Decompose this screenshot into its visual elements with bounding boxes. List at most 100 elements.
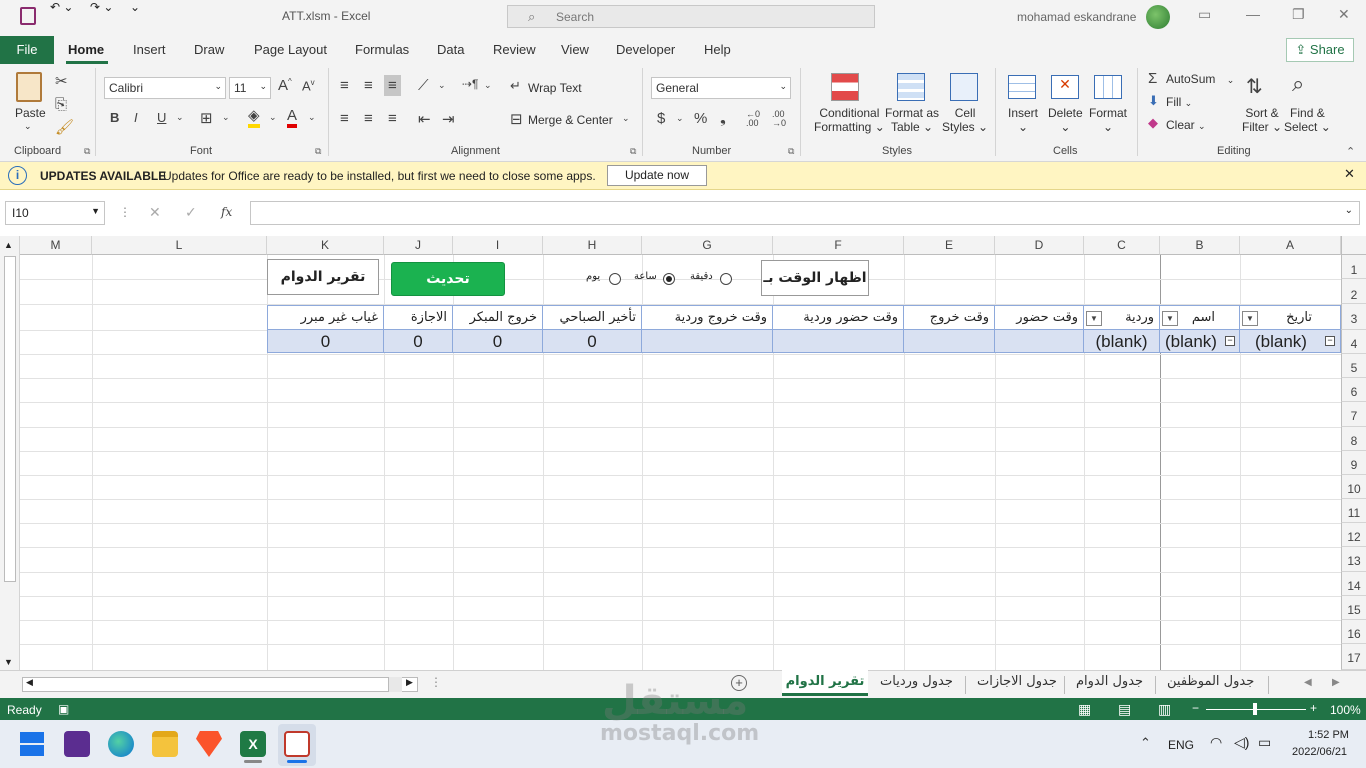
- filter-dropdown-icon[interactable]: ▼: [1242, 311, 1258, 326]
- sheet-tab-leaves[interactable]: جدول الاجازات: [977, 674, 1057, 689]
- filter-dropdown-icon[interactable]: ▼: [1162, 311, 1178, 326]
- format-cells-icon[interactable]: [1094, 75, 1122, 99]
- undo-icon[interactable]: ↶ ⌄: [50, 0, 73, 14]
- row-header-9[interactable]: 9: [1341, 451, 1366, 475]
- redo-icon[interactable]: ↷ ⌄: [90, 0, 113, 14]
- collapse-icon[interactable]: −: [1225, 336, 1235, 346]
- decrease-font-icon[interactable]: Av: [302, 78, 315, 93]
- bottom-align-icon[interactable]: ≡: [384, 75, 401, 96]
- font-color-icon[interactable]: A: [287, 108, 298, 128]
- cell-e4[interactable]: [904, 330, 995, 353]
- fill-color-icon[interactable]: ◈: [248, 108, 260, 128]
- row-header-15[interactable]: 15: [1341, 596, 1366, 620]
- paste-button[interactable]: Paste: [15, 106, 46, 120]
- column-header-b[interactable]: B: [1160, 236, 1240, 255]
- wrap-text-button[interactable]: Wrap Text: [528, 81, 582, 95]
- increase-indent-icon[interactable]: ⇥: [442, 110, 455, 128]
- scroll-right-icon[interactable]: ▶: [406, 677, 413, 688]
- column-header-j[interactable]: J: [384, 236, 453, 255]
- cell-g4[interactable]: [642, 330, 773, 353]
- row-header-12[interactable]: 12: [1341, 523, 1366, 547]
- header-shift-in[interactable]: وقت حضور وردية: [773, 305, 904, 330]
- sheet-tab-shifts[interactable]: جدول ورديات: [880, 674, 953, 689]
- column-header-k[interactable]: K: [267, 236, 384, 255]
- battery-icon[interactable]: ▭: [1258, 734, 1271, 751]
- clear-icon[interactable]: ◆: [1148, 115, 1158, 131]
- autosum-icon[interactable]: Σ: [1148, 70, 1157, 87]
- dialog-launcher-icon[interactable]: ⧉: [84, 146, 90, 157]
- formula-options-icon[interactable]: ⋮: [119, 205, 131, 219]
- formula-input[interactable]: ⌄: [250, 201, 1360, 225]
- radio-minute[interactable]: [720, 273, 732, 285]
- fill-button[interactable]: Fill ⌄: [1166, 95, 1192, 109]
- italic-icon[interactable]: I: [134, 110, 138, 125]
- cell-i4[interactable]: 0: [453, 330, 543, 353]
- tab-review[interactable]: Review: [493, 42, 536, 57]
- restore-icon[interactable]: ❐: [1292, 6, 1305, 23]
- header-leave[interactable]: الاجازة: [384, 305, 453, 330]
- scroll-left-icon[interactable]: ◀: [26, 677, 33, 688]
- share-button[interactable]: ⇪ Share: [1286, 38, 1354, 62]
- conditional-formatting-button[interactable]: Conditional Formatting ⌄: [814, 106, 885, 134]
- top-align-icon[interactable]: ≡: [340, 77, 349, 94]
- dialog-launcher-icon[interactable]: ⧉: [630, 146, 636, 157]
- paste-icon[interactable]: [16, 72, 42, 102]
- bold-icon[interactable]: B: [110, 110, 119, 125]
- borders-icon[interactable]: ⊞: [200, 109, 213, 127]
- edge-icon[interactable]: [108, 731, 134, 757]
- save-icon[interactable]: [20, 7, 36, 25]
- row-header-14[interactable]: 14: [1341, 572, 1366, 596]
- tab-view[interactable]: View: [561, 42, 589, 57]
- sheet-tab-report[interactable]: تقرير الدوام: [782, 670, 868, 696]
- cell-styles-icon[interactable]: [950, 73, 978, 101]
- normal-view-icon[interactable]: ▦: [1078, 701, 1091, 718]
- cell-j4[interactable]: 0: [384, 330, 453, 353]
- tray-overflow-icon[interactable]: ⌃: [1140, 735, 1151, 751]
- borders-dropdown-icon[interactable]: ⌄: [222, 112, 230, 123]
- autosum-button[interactable]: AutoSum ⌄: [1166, 72, 1234, 86]
- conditional-formatting-icon[interactable]: [831, 73, 859, 101]
- format-as-table-icon[interactable]: [897, 73, 925, 101]
- column-header-e[interactable]: E: [904, 236, 995, 255]
- dialog-launcher-icon[interactable]: ⧉: [788, 146, 794, 157]
- start-icon[interactable]: [20, 732, 44, 756]
- language-indicator[interactable]: ENG: [1168, 738, 1194, 752]
- excel-icon[interactable]: X: [240, 731, 266, 757]
- row-header-4[interactable]: 4: [1341, 330, 1366, 354]
- zoom-in-icon[interactable]: +: [1310, 701, 1317, 715]
- cell-f4[interactable]: [773, 330, 904, 353]
- radio-day[interactable]: [609, 273, 621, 285]
- zoom-out-icon[interactable]: −: [1192, 701, 1199, 715]
- delete-cells-button[interactable]: Delete ⌄: [1048, 106, 1083, 134]
- row-header-6[interactable]: 6: [1341, 378, 1366, 402]
- tab-developer[interactable]: Developer: [616, 42, 675, 57]
- header-unexcused-absence[interactable]: غياب غير مبرر: [267, 305, 384, 330]
- dialog-launcher-icon[interactable]: ⧉: [315, 146, 321, 157]
- minimize-icon[interactable]: —: [1246, 6, 1260, 22]
- column-header-d[interactable]: D: [995, 236, 1084, 255]
- fill-icon[interactable]: ⬇: [1148, 93, 1159, 109]
- align-right-icon[interactable]: ≡: [388, 110, 397, 127]
- cell-d4[interactable]: [995, 330, 1084, 353]
- align-left-icon[interactable]: ≡: [340, 110, 349, 127]
- report-button[interactable]: تقرير الدوام: [267, 259, 379, 295]
- show-time-button[interactable]: اظهار الوقت بـ: [761, 260, 869, 296]
- font-size-select[interactable]: 11 ⌄: [229, 77, 271, 99]
- filter-dropdown-icon[interactable]: ▼: [1086, 311, 1102, 326]
- prev-sheet-icon[interactable]: ◀: [1304, 677, 1312, 688]
- close-infobar-icon[interactable]: ✕: [1344, 166, 1355, 182]
- clock-time[interactable]: 1:52 PM: [1308, 729, 1349, 741]
- header-shift-out[interactable]: وقت خروج وردية: [642, 305, 773, 330]
- column-header-g[interactable]: G: [642, 236, 773, 255]
- insert-cells-button[interactable]: Insert ⌄: [1008, 106, 1038, 134]
- row-header-7[interactable]: 7: [1341, 402, 1366, 427]
- middle-align-icon[interactable]: ≡: [364, 77, 373, 94]
- cell-styles-button[interactable]: Cell Styles ⌄: [942, 106, 988, 134]
- app-icon[interactable]: [64, 731, 90, 757]
- copy-icon[interactable]: ⎘: [55, 96, 67, 113]
- decrease-indent-icon[interactable]: ⇤: [418, 110, 431, 128]
- sheet-tab-employees[interactable]: جدول الموظفين: [1167, 674, 1254, 689]
- row-header-11[interactable]: 11: [1341, 499, 1366, 523]
- paste-dropdown-icon[interactable]: ⌄: [24, 121, 32, 132]
- snipping-tool-icon[interactable]: [284, 731, 310, 757]
